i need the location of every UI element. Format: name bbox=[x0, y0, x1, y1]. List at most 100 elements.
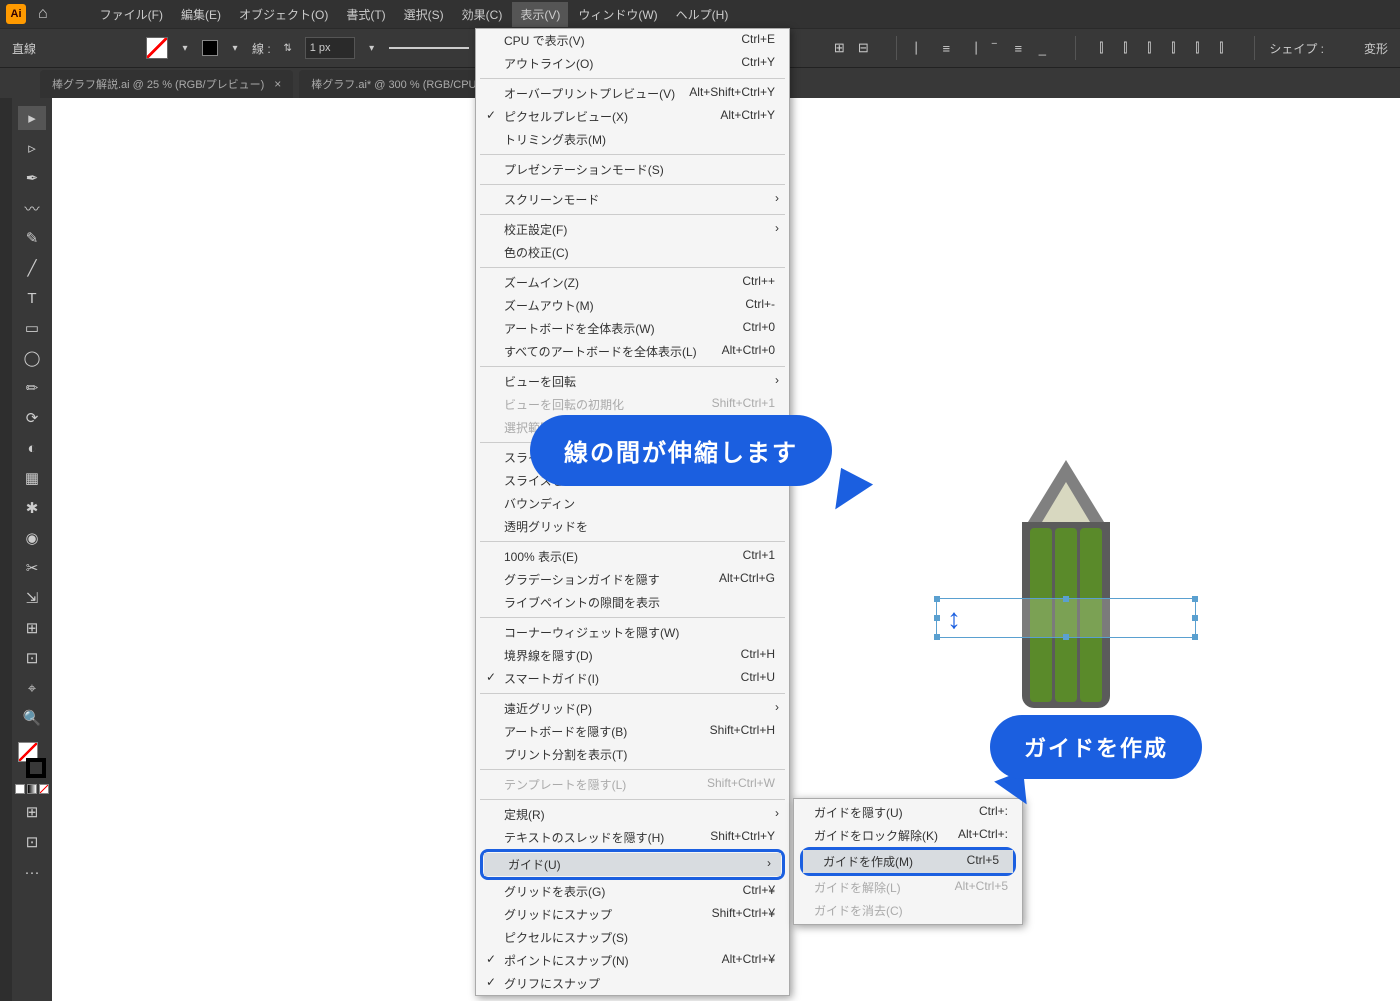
tool-button[interactable]: ◉ bbox=[18, 526, 46, 550]
tool-button[interactable]: ◯ bbox=[18, 346, 46, 370]
tool-button[interactable]: ◐ bbox=[18, 436, 46, 460]
gradient-mode-btn[interactable] bbox=[27, 784, 37, 794]
align-hcenter-btn[interactable]: ≡ bbox=[935, 37, 957, 59]
tool-button[interactable]: ⌖ bbox=[18, 676, 46, 700]
menu-item[interactable]: グラデーションガイドを隠すAlt+Ctrl+G bbox=[476, 568, 789, 591]
submenu-item[interactable]: ガイドをロック解除(K)Alt+Ctrl+: bbox=[794, 824, 1022, 847]
distribute-btn[interactable]: ⫿ bbox=[1186, 37, 1208, 59]
menu-item[interactable]: プリント分割を表示(T) bbox=[476, 743, 789, 766]
stroke-width-dd[interactable]: ▾ bbox=[365, 41, 379, 55]
tool-button[interactable]: ╱ bbox=[18, 256, 46, 280]
menu-item[interactable]: 透明グリッドを bbox=[476, 515, 789, 538]
submenu-item[interactable]: ガイドを隠す(U)Ctrl+: bbox=[794, 801, 1022, 824]
distribute-btn[interactable]: ⫿ bbox=[1210, 37, 1232, 59]
tool-button[interactable]: ⊞ bbox=[18, 616, 46, 640]
none-mode-btn[interactable] bbox=[39, 784, 49, 794]
menu-item[interactable]: ヘルプ(H) bbox=[668, 2, 737, 27]
align-right-btn[interactable]: ⎹ bbox=[959, 37, 981, 59]
tool-button[interactable]: ✱ bbox=[18, 496, 46, 520]
align-btn[interactable]: ⊞ bbox=[828, 37, 850, 59]
app-logo: Ai bbox=[6, 4, 26, 24]
distribute-btn[interactable]: ⫿ bbox=[1162, 37, 1184, 59]
tool-button[interactable]: ✏ bbox=[18, 376, 46, 400]
menu-item[interactable]: ピクセルにスナップ(S) bbox=[476, 926, 789, 949]
tool-button[interactable]: ▭ bbox=[18, 316, 46, 340]
fill-dd-icon[interactable]: ▾ bbox=[178, 41, 192, 55]
menu-item[interactable]: 境界線を隠す(D)Ctrl+H bbox=[476, 644, 789, 667]
tool-button[interactable]: ▹ bbox=[18, 136, 46, 160]
menu-item[interactable]: ビューを回転 bbox=[476, 370, 789, 393]
menu-item[interactable]: 書式(T) bbox=[338, 2, 393, 27]
tool-button[interactable]: 🔍 bbox=[18, 706, 46, 730]
tool-button[interactable]: ✎ bbox=[18, 226, 46, 250]
menu-item-guide[interactable]: ガイド(U) bbox=[484, 853, 781, 876]
menu-item[interactable]: 選択(S) bbox=[396, 2, 452, 27]
distribute-btn[interactable]: ⫿ bbox=[1090, 37, 1112, 59]
distribute-btn[interactable]: ⫿ bbox=[1138, 37, 1160, 59]
menu-item[interactable]: すべてのアートボードを全体表示(L)Alt+Ctrl+0 bbox=[476, 340, 789, 363]
menu-item[interactable]: アウトライン(O)Ctrl+Y bbox=[476, 52, 789, 75]
tool-button[interactable]: ⊞ bbox=[18, 800, 46, 824]
menu-item[interactable]: ファイル(F) bbox=[92, 2, 171, 27]
align-btn[interactable]: ⊟ bbox=[852, 37, 874, 59]
menu-item[interactable]: トリミング表示(M) bbox=[476, 128, 789, 151]
color-mode-btn[interactable] bbox=[15, 784, 25, 794]
menu-item[interactable]: スマートガイド(I)Ctrl+U bbox=[476, 667, 789, 690]
menu-item[interactable]: ピクセルプレビュー(X)Alt+Ctrl+Y bbox=[476, 105, 789, 128]
submenu-item[interactable]: ガイドを作成(M)Ctrl+5 bbox=[803, 850, 1013, 873]
menu-item[interactable]: ズームアウト(M)Ctrl+- bbox=[476, 294, 789, 317]
tool-button[interactable]: ✂ bbox=[18, 556, 46, 580]
menu-item[interactable]: 定規(R) bbox=[476, 803, 789, 826]
stroke-width-stepper[interactable]: ⇅ bbox=[281, 41, 295, 55]
distribute-btn[interactable]: ⫿ bbox=[1114, 37, 1136, 59]
menu-item[interactable]: テキストのスレッドを隠す(H)Shift+Ctrl+Y bbox=[476, 826, 789, 849]
selection-box[interactable] bbox=[936, 598, 1196, 638]
bubble-tail bbox=[835, 468, 875, 514]
menu-item[interactable]: ウィンドウ(W) bbox=[570, 2, 665, 27]
menu-item[interactable]: アートボードを隠す(B)Shift+Ctrl+H bbox=[476, 720, 789, 743]
align-top-btn[interactable]: ‾ bbox=[983, 37, 1005, 59]
fill-swatch[interactable] bbox=[146, 37, 168, 59]
menu-item[interactable]: 色の校正(C) bbox=[476, 241, 789, 264]
tool-button[interactable]: ··· bbox=[18, 860, 46, 884]
menu-item[interactable]: CPU で表示(V)Ctrl+E bbox=[476, 29, 789, 52]
menu-item[interactable]: スクリーンモード bbox=[476, 188, 789, 211]
tool-button[interactable]: 〰 bbox=[18, 196, 46, 220]
stroke-color[interactable] bbox=[26, 758, 46, 778]
stroke-dd-icon[interactable]: ▾ bbox=[228, 41, 242, 55]
tool-button[interactable]: ⊡ bbox=[18, 830, 46, 854]
menu-item[interactable]: グリッドにスナップShift+Ctrl+¥ bbox=[476, 903, 789, 926]
stroke-width-input[interactable] bbox=[305, 37, 355, 59]
tool-button[interactable]: ▦ bbox=[18, 466, 46, 490]
menu-item[interactable]: グリッドを表示(G)Ctrl+¥ bbox=[476, 880, 789, 903]
menu-item[interactable]: バウンディン bbox=[476, 492, 789, 515]
align-left-btn[interactable]: ⎸ bbox=[911, 37, 933, 59]
menu-item[interactable]: コーナーウィジェットを隠す(W) bbox=[476, 621, 789, 644]
tool-button[interactable]: ▸ bbox=[18, 106, 46, 130]
menu-item[interactable]: 校正設定(F) bbox=[476, 218, 789, 241]
tool-button[interactable]: ⇲ bbox=[18, 586, 46, 610]
menu-item[interactable]: ポイントにスナップ(N)Alt+Ctrl+¥ bbox=[476, 949, 789, 972]
menu-item[interactable]: 100% 表示(E)Ctrl+1 bbox=[476, 545, 789, 568]
document-tab[interactable]: 棒グラフ解説.ai @ 25 % (RGB/プレビュー)× bbox=[40, 70, 293, 98]
tool-button[interactable]: T bbox=[18, 286, 46, 310]
close-icon[interactable]: × bbox=[274, 77, 281, 91]
menu-item[interactable]: プレゼンテーションモード(S) bbox=[476, 158, 789, 181]
home-icon[interactable]: ⌂ bbox=[38, 5, 48, 23]
tool-button[interactable]: ⊡ bbox=[18, 646, 46, 670]
align-vcenter-btn[interactable]: ≡ bbox=[1007, 37, 1029, 59]
menu-item[interactable]: オーバープリントプレビュー(V)Alt+Shift+Ctrl+Y bbox=[476, 82, 789, 105]
menu-item[interactable]: ライブペイントの隙間を表示 bbox=[476, 591, 789, 614]
menu-item[interactable]: ズームイン(Z)Ctrl++ bbox=[476, 271, 789, 294]
stroke-swatch[interactable] bbox=[202, 40, 218, 56]
menu-item[interactable]: 効果(C) bbox=[454, 2, 511, 27]
tool-button[interactable]: ⟳ bbox=[18, 406, 46, 430]
menu-item[interactable]: グリフにスナップ bbox=[476, 972, 789, 995]
align-bottom-btn[interactable]: _ bbox=[1031, 37, 1053, 59]
menu-item[interactable]: 表示(V) bbox=[512, 2, 568, 27]
menu-item[interactable]: オブジェクト(O) bbox=[231, 2, 336, 27]
tool-button[interactable]: ✒ bbox=[18, 166, 46, 190]
menu-item[interactable]: 編集(E) bbox=[173, 2, 229, 27]
menu-item[interactable]: アートボードを全体表示(W)Ctrl+0 bbox=[476, 317, 789, 340]
menu-item[interactable]: 遠近グリッド(P) bbox=[476, 697, 789, 720]
